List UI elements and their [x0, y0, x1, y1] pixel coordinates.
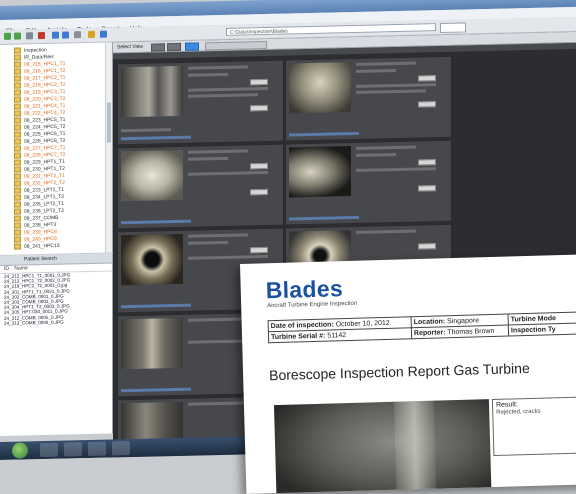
help-icon[interactable]	[100, 30, 107, 38]
start-button[interactable]	[12, 442, 28, 459]
result-value: Rejected, cracks	[496, 408, 541, 416]
taskbar-app-browser[interactable]	[64, 442, 82, 457]
print-icon[interactable]	[74, 31, 81, 39]
inspection-report-page: Blades Aircraft Turbine Engine Inspectio…	[240, 253, 576, 494]
info-inspection-type: Inspection Ty	[508, 322, 576, 337]
tree-item[interactable]: Inspection	[14, 47, 47, 54]
settings-icon[interactable]	[88, 30, 95, 39]
thumbnail-image	[121, 317, 183, 370]
folder-tree[interactable]: Inspection IR_Data/Reis 08_215_HPC1_T1 08_2…	[0, 42, 113, 256]
thumbnail-image	[289, 146, 351, 198]
taskbar-app-explorer[interactable]	[40, 442, 58, 458]
thumbnail-card[interactable]	[117, 143, 284, 230]
status-dropdown[interactable]	[418, 101, 436, 108]
col-id[interactable]: ID	[4, 266, 9, 273]
view-details-button[interactable]	[167, 42, 181, 52]
info-reporter: Reporter: Thomas Brown	[411, 325, 509, 339]
col-name[interactable]: Name	[14, 265, 27, 272]
path-input[interactable]: C:\Data\Inspection\Blades	[226, 23, 436, 36]
rating-dropdown[interactable]	[418, 75, 436, 82]
status-dropdown[interactable]	[250, 188, 268, 196]
filter-field[interactable]	[205, 40, 267, 51]
save-icon[interactable]	[62, 31, 69, 39]
report-info-table: Date of inspection: October 10, 2012 Loc…	[268, 311, 576, 343]
view-thumbnails-button[interactable]	[185, 42, 199, 51]
open-folder-icon[interactable]	[52, 31, 59, 39]
thumbnail-card[interactable]	[117, 59, 284, 146]
path-dropdown[interactable]	[440, 22, 466, 34]
thumbnail-image	[121, 233, 183, 286]
back-icon[interactable]	[4, 32, 11, 40]
thumbnail-image	[289, 62, 351, 114]
view-list-button[interactable]	[151, 43, 165, 52]
taskbar-app-media[interactable]	[88, 441, 106, 457]
result-label: Result:	[495, 401, 518, 409]
thumbnail-card[interactable]	[285, 139, 452, 226]
search-results: 24_212_HPC1_T1_0001_0.JPG 24_213_HPC1_T2_…	[0, 271, 112, 326]
forward-icon[interactable]	[14, 32, 21, 40]
rating-dropdown[interactable]	[250, 246, 268, 254]
rating-dropdown[interactable]	[250, 78, 268, 86]
rating-dropdown[interactable]	[250, 162, 268, 170]
result-box: Result: Rejected, cracks	[491, 395, 576, 456]
viewer-label: Select View	[117, 43, 144, 51]
report-borescope-image	[273, 399, 492, 494]
tree-item[interactable]: 08_241_HPC10	[14, 243, 60, 250]
thumbnail-card[interactable]	[285, 55, 452, 142]
report-title: Borescope Inspection Report Gas Turbine	[268, 359, 530, 384]
thumbnail-image	[121, 149, 183, 202]
report-brand-subtitle: Aircraft Turbine Engine Inspection	[267, 300, 358, 310]
report-brand: Blades	[265, 275, 344, 304]
status-dropdown[interactable]	[418, 185, 436, 192]
tree-scrollbar[interactable]	[105, 42, 112, 253]
rating-dropdown[interactable]	[418, 243, 436, 250]
thumbnail-image	[121, 65, 183, 118]
taskbar-app-viewer[interactable]	[112, 441, 130, 456]
home-icon[interactable]	[26, 32, 33, 40]
stop-icon[interactable]	[38, 31, 45, 40]
rating-dropdown[interactable]	[418, 159, 436, 166]
search-panel: Patient Search ID Name 24_212_HPC1_T1_00…	[0, 253, 113, 436]
status-dropdown[interactable]	[250, 104, 268, 112]
